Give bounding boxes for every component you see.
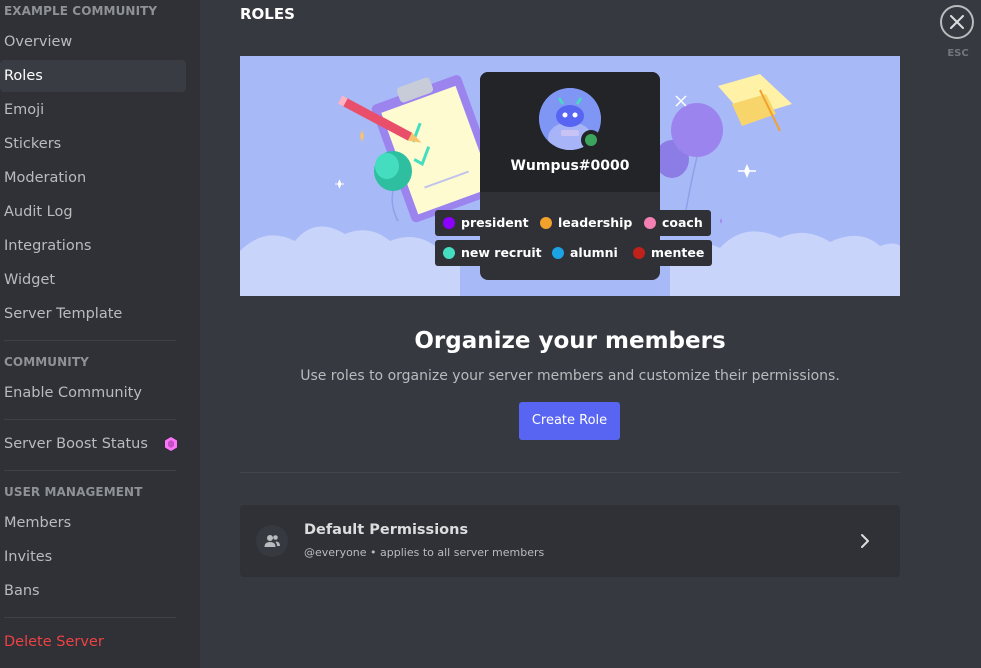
username: Wumpus#0000	[510, 158, 630, 174]
section-divider	[240, 472, 900, 473]
boost-gem-icon	[165, 437, 177, 451]
role-color-dot	[540, 217, 552, 229]
sidebar-header-user-management: USER MANAGEMENT	[4, 485, 143, 499]
members-icon	[256, 525, 288, 557]
role-color-dot	[644, 217, 656, 229]
sidebar-separator	[4, 419, 176, 420]
close-settings-button[interactable]	[940, 5, 974, 39]
role-color-dot	[633, 247, 645, 259]
sidebar-item-emoji[interactable]: Emoji	[0, 94, 186, 126]
sidebar-item-members[interactable]: Members	[0, 507, 186, 539]
role-pill-alumni: alumni	[544, 240, 626, 266]
sidebar-item-server-template[interactable]: Server Template	[0, 298, 186, 330]
sidebar-item-delete-server[interactable]: Delete Server	[0, 626, 186, 658]
sidebar-item-stickers[interactable]: Stickers	[0, 128, 186, 160]
close-icon	[950, 15, 964, 29]
chevron-right-icon	[861, 534, 869, 548]
online-status-icon	[581, 130, 601, 150]
page-title: ROLES	[240, 5, 295, 23]
empty-state-headline: Organize your members	[414, 328, 726, 354]
empty-state-description: Use roles to organize your server member…	[300, 368, 840, 384]
create-role-button[interactable]: Create Role	[519, 402, 620, 440]
role-color-dot	[443, 247, 455, 259]
role-pill-new-recruit: new recruit	[435, 240, 550, 266]
role-pill-president: president	[435, 210, 537, 236]
role-pill-mentee: mentee	[625, 240, 713, 266]
sidebar-item-bans[interactable]: Bans	[0, 575, 186, 607]
role-pill-leadership: leadership	[532, 210, 641, 236]
role-color-dot	[443, 217, 455, 229]
role-color-dot	[552, 247, 564, 259]
roles-content: ROLES ESC Wumpus#0000 president leadersh…	[200, 0, 981, 668]
default-permissions-title: Default Permissions	[304, 522, 469, 538]
sidebar-item-widget[interactable]: Widget	[0, 264, 186, 296]
sidebar-item-enable-community[interactable]: Enable Community	[0, 377, 186, 409]
sidebar-item-invites[interactable]: Invites	[0, 541, 186, 573]
roles-banner: Wumpus#0000 president leadership coach n…	[240, 56, 900, 296]
role-pill-coach: coach	[636, 210, 711, 236]
sidebar-item-moderation[interactable]: Moderation	[0, 162, 186, 194]
sidebar-header-community: COMMUNITY	[4, 355, 89, 369]
default-permissions-subtitle: @everyone • applies to all server member…	[304, 546, 545, 559]
sidebar-item-integrations[interactable]: Integrations	[0, 230, 186, 262]
sidebar-item-roles[interactable]: Roles	[0, 60, 186, 92]
sidebar-separator	[4, 470, 176, 471]
sidebar-item-label: Server Boost Status	[4, 436, 148, 452]
esc-label: ESC	[947, 48, 969, 59]
sidebar-separator	[4, 617, 176, 618]
sidebar-item-server-boost-status[interactable]: Server Boost Status	[0, 428, 186, 460]
sidebar-item-audit-log[interactable]: Audit Log	[0, 196, 186, 228]
settings-sidebar: EXAMPLE COMMUNITY Overview Roles Emoji S…	[0, 0, 200, 668]
default-permissions-row[interactable]: Default Permissions @everyone • applies …	[240, 505, 900, 577]
sidebar-header-server: EXAMPLE COMMUNITY	[4, 4, 158, 18]
sidebar-item-overview[interactable]: Overview	[0, 26, 186, 58]
sidebar-separator	[4, 340, 176, 341]
